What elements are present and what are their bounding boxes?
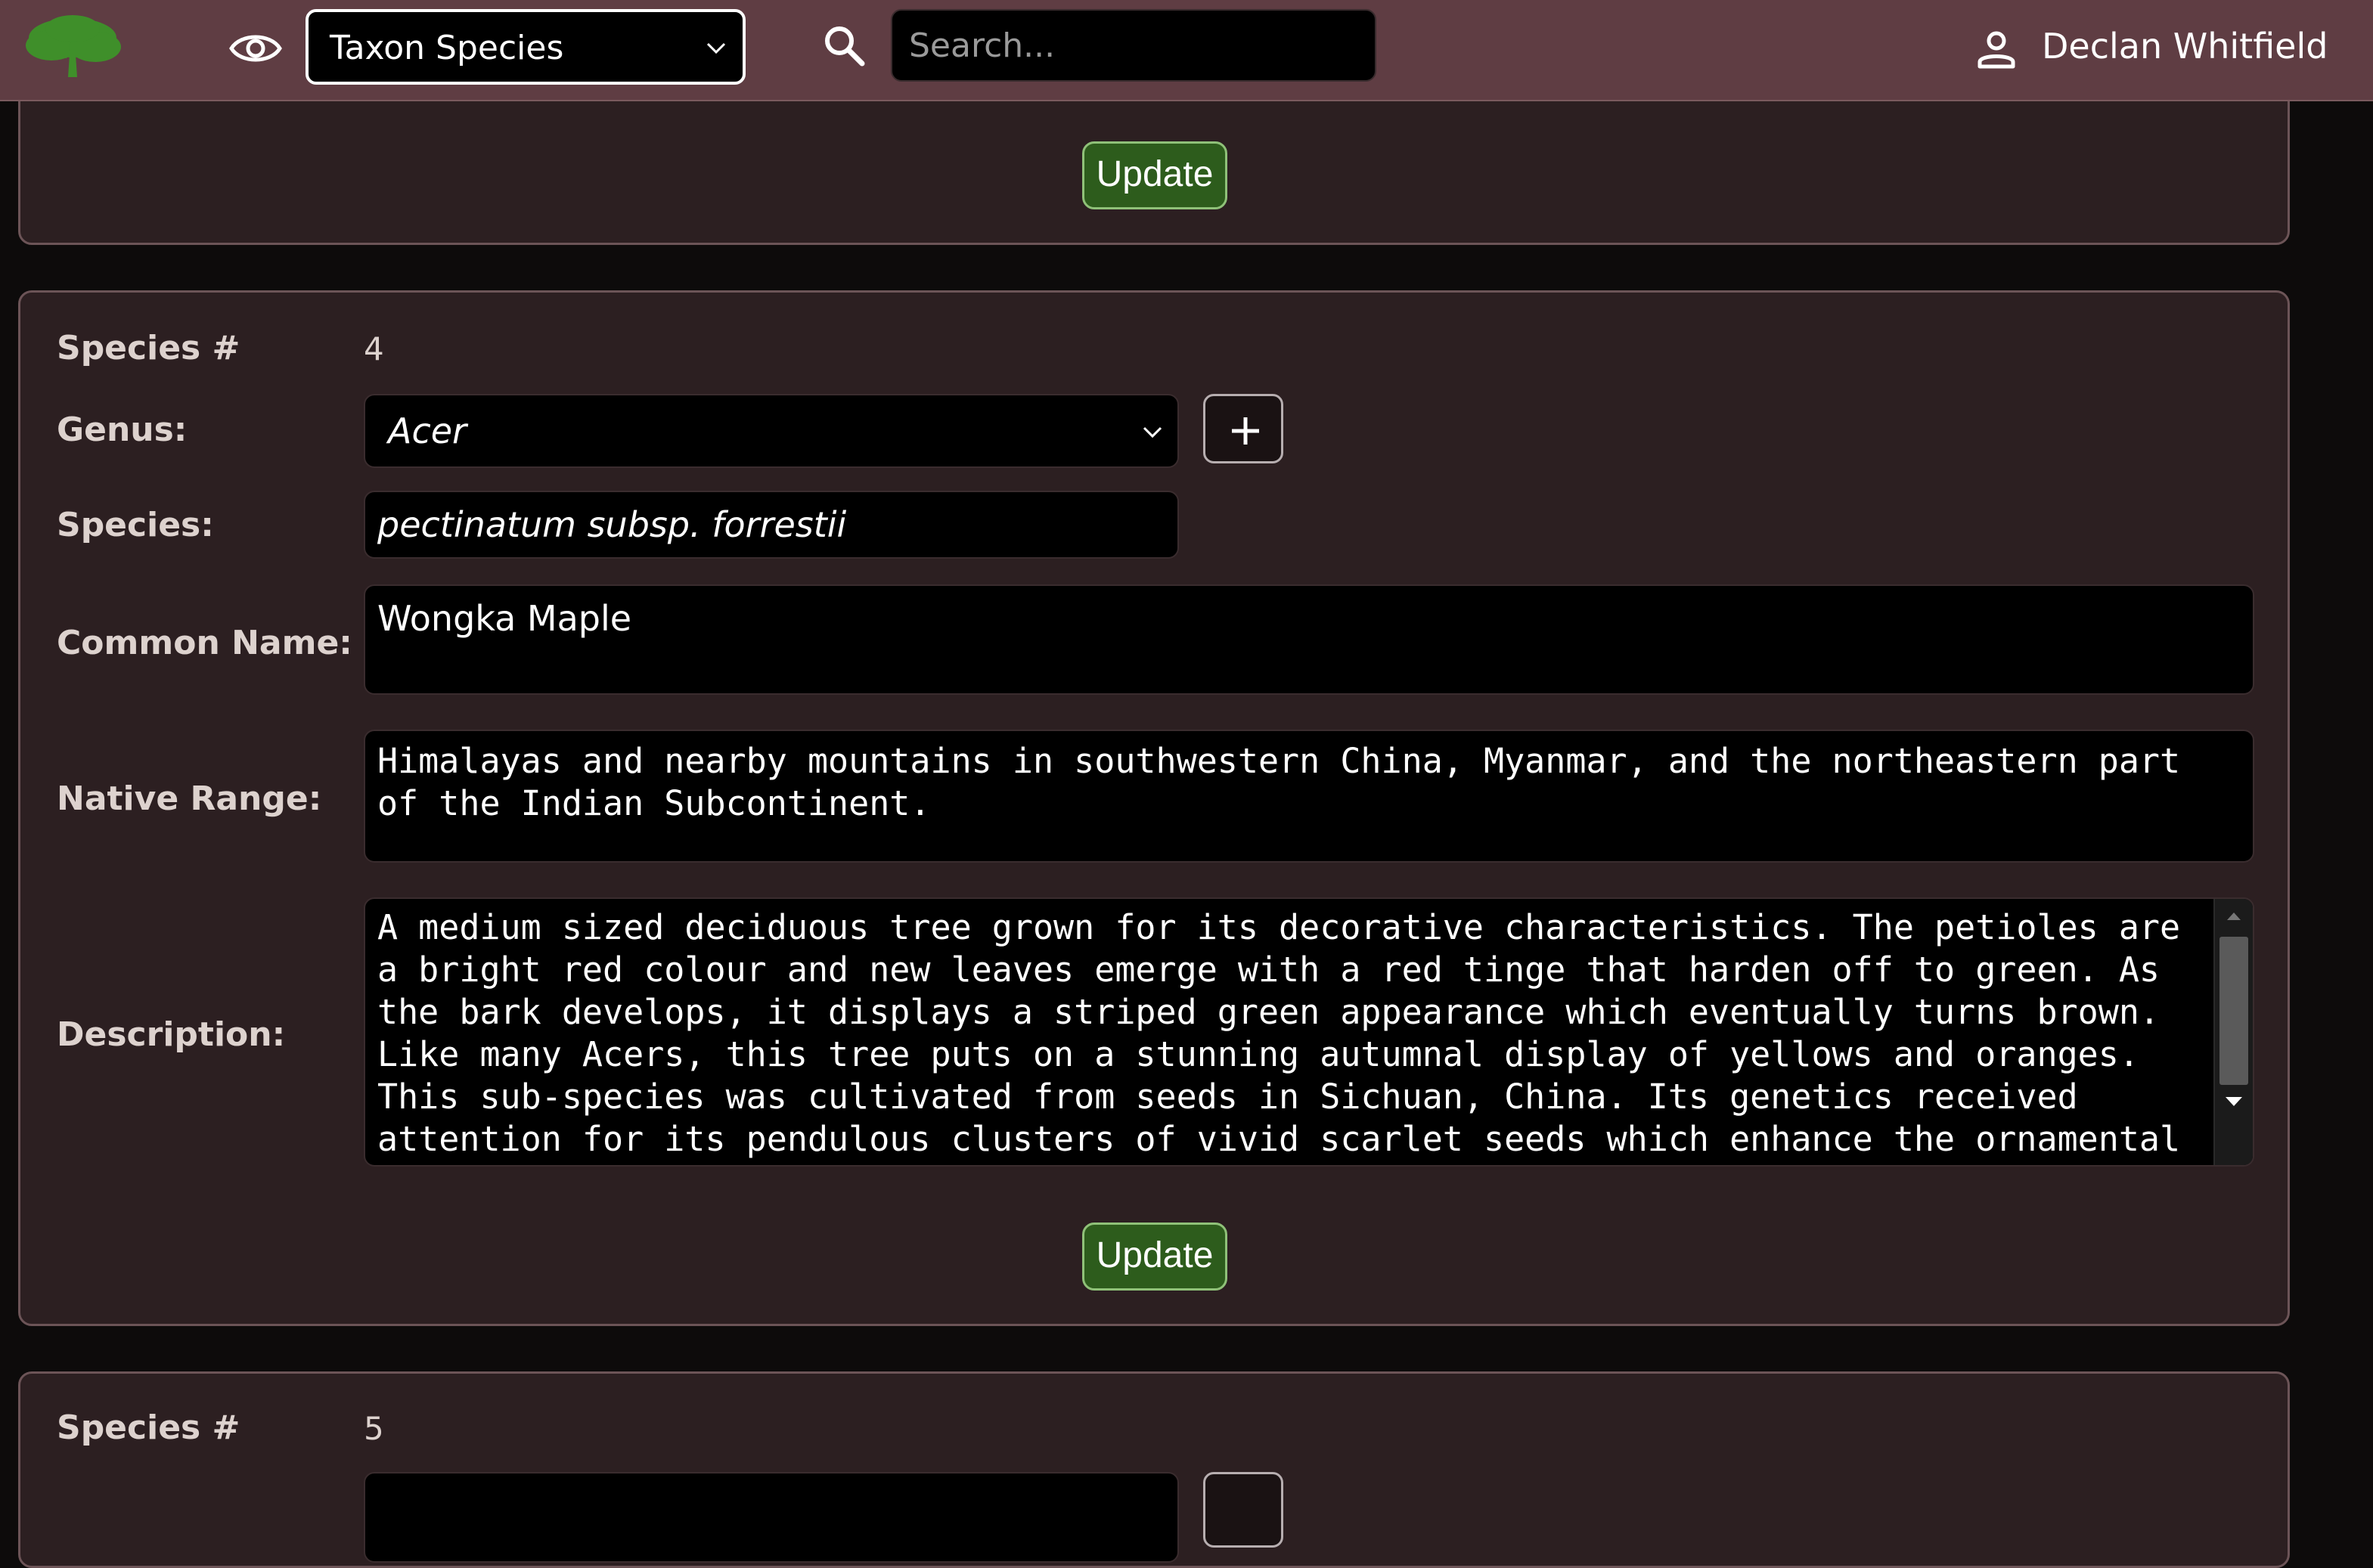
species-number-value: 5 [364, 1410, 384, 1447]
species-card: Species # 4 Genus: Acer Species: pectina… [18, 290, 2290, 1326]
top-navbar: Taxon Species Declan Whitfield [0, 0, 2373, 101]
description-label: Description: [57, 1015, 286, 1054]
genus-select[interactable] [364, 1472, 1179, 1563]
genus-select-value: Acer [388, 411, 467, 451]
description-textarea[interactable]: A medium sized deciduous tree grown for … [364, 897, 2254, 1167]
update-button[interactable]: Update [1082, 1222, 1227, 1291]
description-text: A medium sized deciduous tree grown for … [377, 907, 2181, 1165]
eye-icon[interactable] [228, 29, 283, 68]
common-name-label: Common Name: [57, 624, 352, 662]
species-number-label: Species # [57, 1408, 240, 1447]
native-range-label: Native Range: [57, 779, 322, 818]
taxon-select-value: Taxon Species [330, 29, 564, 67]
common-name-input[interactable]: Wongka Maple [364, 584, 2254, 695]
scroll-up-arrow-icon[interactable] [2215, 899, 2253, 934]
chevron-down-icon [1143, 426, 1162, 438]
chevron-down-icon [706, 42, 726, 54]
plus-icon [1232, 417, 1259, 445]
species-number-label: Species # [57, 329, 240, 367]
user-icon[interactable] [1975, 30, 2018, 70]
species-input[interactable]: pectinatum subsp. forrestii [364, 491, 1179, 559]
scroll-thumb[interactable] [2219, 937, 2248, 1085]
tree-logo-icon[interactable] [21, 12, 124, 82]
description-scrollbar[interactable] [2213, 899, 2253, 1165]
native-range-textarea[interactable]: Himalayas and nearby mountains in southw… [364, 730, 2254, 863]
taxon-select[interactable]: Taxon Species [306, 9, 746, 85]
scroll-down-arrow-icon[interactable] [2215, 1085, 2253, 1120]
search-input[interactable] [891, 9, 1376, 82]
update-button[interactable]: Update [1082, 141, 1227, 209]
species-card: Species # 5 [18, 1371, 2290, 1568]
genus-select[interactable]: Acer [364, 394, 1179, 468]
add-genus-button[interactable] [1203, 1472, 1283, 1548]
genus-label: Genus: [57, 411, 188, 449]
species-number-value: 4 [364, 330, 384, 367]
species-label: Species: [57, 506, 214, 544]
search-icon[interactable] [821, 23, 867, 68]
user-name[interactable]: Declan Whitfield [2042, 26, 2328, 67]
add-genus-button[interactable] [1203, 394, 1283, 463]
